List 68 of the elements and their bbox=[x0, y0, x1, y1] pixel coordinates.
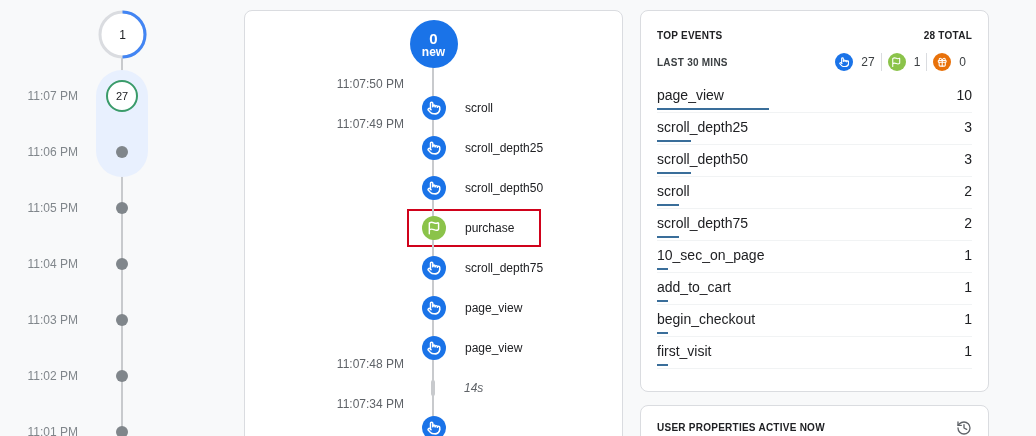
event-count: 3 bbox=[964, 118, 972, 137]
event-name: page_view bbox=[465, 300, 523, 317]
event-count: 2 bbox=[964, 182, 972, 201]
event-name: begin_checkout bbox=[657, 310, 756, 329]
pointer-icon bbox=[835, 53, 854, 71]
pointer-icon bbox=[422, 96, 446, 120]
event-time: 11:07:50 PM bbox=[335, 76, 404, 93]
history-icon[interactable] bbox=[956, 420, 972, 436]
card-title: TOP EVENTS bbox=[657, 29, 723, 43]
total-count: 28 TOTAL bbox=[923, 29, 972, 43]
event-name: add_to_cart bbox=[657, 278, 731, 297]
event-count: 3 bbox=[964, 150, 972, 169]
new-count: 0 bbox=[429, 30, 438, 46]
event-name: scroll_depth50 bbox=[465, 180, 544, 197]
new-label: new bbox=[421, 45, 446, 58]
minute-count: 27 bbox=[115, 88, 129, 104]
event-name: scroll_depth75 bbox=[657, 214, 749, 233]
type-count: 1 bbox=[913, 54, 921, 71]
event-count: 1 bbox=[964, 246, 972, 265]
pointer-icon bbox=[422, 136, 446, 160]
flag-icon bbox=[422, 216, 446, 240]
pointer-icon bbox=[422, 336, 446, 360]
new-events-bubble[interactable]: 0 new bbox=[409, 20, 458, 68]
event-row[interactable]: scroll bbox=[407, 89, 541, 127]
event-row[interactable]: page_view bbox=[407, 329, 541, 367]
event-count: 1 bbox=[964, 342, 972, 361]
event-time: 11:07:34 PM bbox=[335, 396, 404, 413]
minute-marker[interactable]: 27 bbox=[96, 70, 148, 177]
minute-label: 11:01 PM bbox=[26, 424, 78, 436]
pointer-icon bbox=[422, 176, 446, 200]
gap-duration: 14s bbox=[464, 380, 484, 397]
event-name: purchase bbox=[465, 220, 515, 237]
event-row[interactable]: scroll_depth50 bbox=[407, 169, 541, 207]
type-count: 27 bbox=[861, 54, 875, 71]
event-row[interactable]: page_view bbox=[407, 289, 541, 327]
event-count: 2 bbox=[964, 214, 972, 233]
event-name: 10_sec_on_page bbox=[657, 246, 765, 265]
gift-icon bbox=[933, 53, 952, 71]
flag-icon bbox=[887, 53, 906, 71]
minute-label: 11:04 PM bbox=[26, 256, 78, 273]
minute-label: 11:05 PM bbox=[26, 200, 78, 217]
period-label: LAST 30 MINS bbox=[657, 55, 728, 70]
current-count: 1 bbox=[118, 26, 127, 44]
event-row[interactable]: purchase bbox=[407, 209, 541, 247]
minute-label: 11:06 PM bbox=[26, 144, 78, 161]
minute-label: 11:03 PM bbox=[26, 312, 78, 329]
event-count: 1 bbox=[964, 310, 972, 329]
card-title: USER PROPERTIES ACTIVE NOW bbox=[657, 421, 825, 435]
type-count: 0 bbox=[959, 54, 966, 71]
event-name: scroll_depth25 bbox=[657, 118, 749, 137]
event-count: 1 bbox=[964, 278, 972, 297]
pointer-icon bbox=[422, 256, 446, 280]
event-row[interactable]: scroll_depth25 bbox=[407, 129, 541, 167]
event-name: page_view bbox=[657, 86, 724, 105]
event-count: 10 bbox=[956, 86, 972, 105]
event-name: first_visit bbox=[657, 342, 712, 361]
minute-label: 11:02 PM bbox=[26, 368, 78, 385]
minute-label: 11:07 PM bbox=[26, 88, 78, 105]
event-time: 11:07:49 PM bbox=[335, 116, 404, 133]
event-name: scroll bbox=[657, 182, 690, 201]
event-name: scroll_depth75 bbox=[465, 260, 544, 277]
event-name: scroll_depth50 bbox=[657, 150, 749, 169]
event-time: 11:07:48 PM bbox=[335, 356, 404, 373]
event-row[interactable]: scroll_depth75 bbox=[407, 249, 541, 287]
event-name: page_view bbox=[465, 340, 523, 357]
event-name: scroll bbox=[465, 100, 493, 117]
event-name: scroll_depth25 bbox=[465, 140, 544, 157]
pointer-icon bbox=[422, 296, 446, 320]
